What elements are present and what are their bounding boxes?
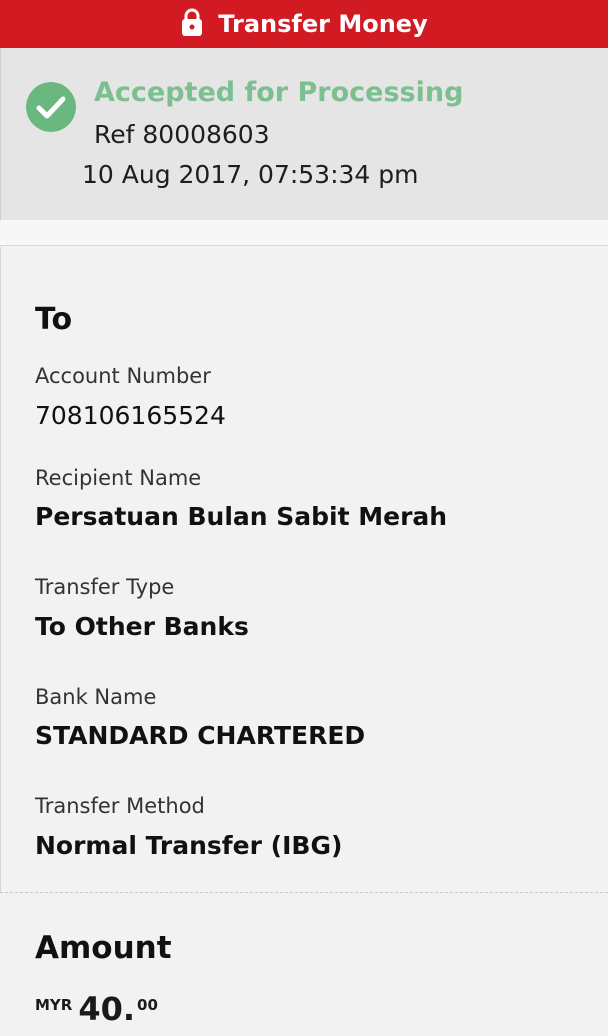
amount-heading: Amount (35, 930, 172, 966)
recipient-heading: To (35, 302, 73, 337)
status-panel (0, 48, 608, 220)
transfer-type-value: To Other Banks (35, 612, 249, 641)
transfer-method-value: Normal Transfer (IBG) (35, 831, 343, 860)
section-spacer (0, 220, 608, 246)
amount-currency: MYR (35, 996, 73, 1014)
lock-icon (182, 8, 203, 36)
amount-decimal: 00 (137, 996, 158, 1014)
status-title: Accepted for Processing (94, 77, 464, 108)
amount-display: MYR 40. 00 (35, 990, 158, 1028)
amount-whole: 40. (78, 990, 136, 1028)
recipient-name-label: Recipient Name (35, 466, 202, 490)
transfer-method-label: Transfer Method (35, 794, 205, 818)
account-number-value: 708106165524 (35, 401, 226, 430)
transfer-type-label: Transfer Type (35, 575, 175, 599)
transaction-timestamp: 10 Aug 2017, 07:53:34 pm (82, 160, 419, 189)
header-title: Transfer Money (218, 10, 428, 38)
check-circle-icon (26, 82, 76, 132)
account-number-label: Account Number (35, 364, 211, 388)
bank-name-label: Bank Name (35, 685, 157, 709)
reference-number: Ref 80008603 (94, 120, 270, 149)
bank-name-value: STANDARD CHARTERED (35, 721, 366, 750)
section-divider (0, 892, 608, 893)
app-header: Transfer Money (0, 0, 608, 48)
recipient-name-value: Persatuan Bulan Sabit Merah (35, 502, 448, 531)
